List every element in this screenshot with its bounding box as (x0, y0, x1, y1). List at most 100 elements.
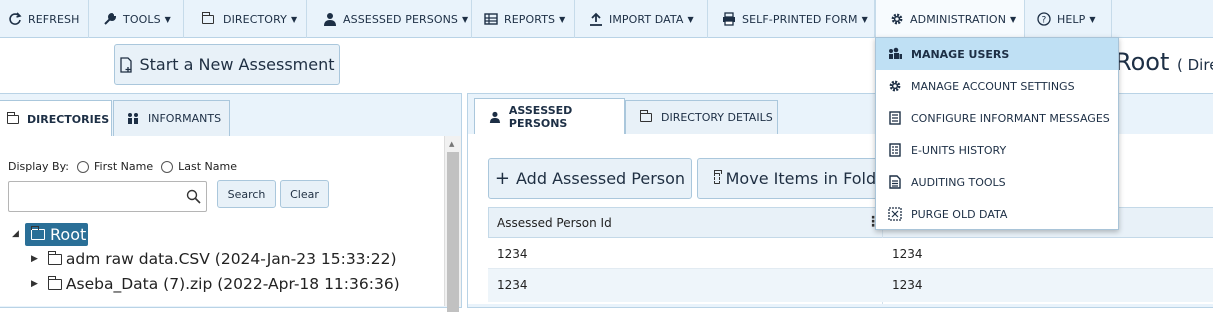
folder-icon (47, 275, 62, 290)
list-icon (889, 143, 901, 157)
gear-icon (891, 13, 903, 25)
folder-icon (7, 111, 19, 124)
menu-item-purge-old-data[interactable]: PURGE OLD DATA (876, 198, 1118, 230)
move-folder-icon (714, 170, 722, 184)
menu-item-e-units-history[interactable]: E-UNITS HISTORY (876, 134, 1118, 166)
menu-item-label: PURGE OLD DATA (911, 207, 1008, 221)
table-cell: 1234 (892, 277, 923, 292)
directory-label: DIRECTORY (223, 12, 287, 26)
assessed-persons-menu[interactable]: ASSESSED PERSONS ▼ (307, 0, 472, 38)
column-header-label: Assessed Person Id (497, 215, 612, 230)
chevron-down-icon: ▼ (559, 14, 566, 24)
search-icon (186, 189, 201, 204)
menu-item-label: CONFIGURE INFORMANT MESSAGES (911, 111, 1110, 125)
column-header-assessed-person-id[interactable]: Assessed Person Id (488, 207, 883, 238)
administration-label: ADMINISTRATION (910, 12, 1007, 26)
start-assessment-button[interactable]: Start a New Assessment (114, 44, 340, 85)
chevron-down-icon: ▼ (1089, 14, 1096, 24)
refresh-menu[interactable]: REFRESH (0, 0, 89, 38)
reports-label: REPORTS (504, 12, 556, 26)
self-printed-form-menu[interactable]: SELF-PRINTED FORM ▼ (708, 0, 875, 38)
tree-node-label: adm raw data.CSV (2024-Jan-23 15:33:22) (65, 250, 397, 268)
display-by-row: Display By: First Name Last Name (8, 160, 237, 173)
start-assessment-label: Start a New Assessment (139, 55, 335, 74)
import-data-menu[interactable]: IMPORT DATA ▼ (575, 0, 708, 38)
menu-item-label: AUDITING TOOLS (911, 175, 1006, 189)
chevron-down-icon: ▼ (164, 14, 171, 24)
add-assessed-person-label: Add Assessed Person (516, 169, 686, 188)
page-title-name: Root (1115, 48, 1170, 76)
chevron-down-icon: ▼ (290, 14, 298, 24)
document-icon (889, 111, 901, 125)
reports-menu[interactable]: REPORTS ▼ (472, 0, 575, 38)
scrollbar-thumb[interactable] (447, 152, 459, 312)
move-items-label: Move Items in Folde (725, 169, 886, 188)
clear-button[interactable]: Clear (280, 180, 329, 208)
menu-item-configure-informant-messages[interactable]: CONFIGURE INFORMANT MESSAGES (876, 102, 1118, 134)
search-button-label: Search (227, 187, 266, 201)
plus-icon: + (494, 168, 511, 189)
person-icon (324, 13, 336, 26)
informants-icon (128, 113, 138, 124)
page-title-suffix: ( Dire (1177, 56, 1213, 74)
tab-assessed-persons-label: ASSESSED PERSONS (508, 104, 573, 130)
tree-collapsed-icon: ▶ (31, 279, 38, 289)
table-cell: 1234 (497, 277, 528, 292)
folder-icon (47, 250, 62, 265)
first-name-label: First Name (94, 160, 154, 173)
table-row[interactable] (488, 238, 1213, 269)
move-items-button[interactable]: Move Items in Folde (697, 158, 887, 199)
folder-icon (202, 11, 214, 24)
page-title: Root ( Dire (1115, 48, 1213, 76)
tools-menu[interactable]: TOOLS ▼ (89, 0, 184, 38)
menu-item-label: MANAGE USERS (911, 47, 1010, 61)
last-name-label: Last Name (178, 160, 237, 173)
menu-item-auditing-tools[interactable]: AUDITING TOOLS (876, 166, 1118, 198)
refresh-label: REFRESH (28, 12, 80, 26)
person-icon (489, 111, 501, 123)
refresh-icon (9, 12, 22, 25)
folder-icon (31, 226, 45, 240)
first-name-radio[interactable] (77, 160, 90, 173)
search-button[interactable]: Search (217, 180, 276, 208)
tools-label: TOOLS (123, 12, 161, 26)
tab-directory-details[interactable]: DIRECTORY DETAILS (625, 100, 778, 134)
tree-node-label: Aseba_Data (7).zip (2022-Apr-18 11:36:36… (65, 275, 400, 293)
menu-item-manage-account-settings[interactable]: MANAGE ACCOUNT SETTINGS (876, 70, 1118, 102)
document-icon (889, 175, 901, 189)
administration-dropdown: MANAGE USERS MANAGE ACCOUNT SETTINGS CON… (875, 37, 1119, 230)
help-label: HELP (1057, 12, 1086, 26)
display-by-label: Display By: (8, 160, 70, 173)
chevron-down-icon: ▼ (687, 14, 694, 24)
tab-directory-details-label: DIRECTORY DETAILS (661, 111, 773, 124)
search-input[interactable] (8, 181, 207, 212)
assessed-persons-label: ASSESSED PERSONS (343, 12, 458, 26)
menu-item-label: MANAGE ACCOUNT SETTINGS (911, 79, 1075, 93)
tree-node[interactable]: ▶ adm raw data.CSV (2024-Jan-23 15:33:22… (31, 250, 397, 268)
vertical-scrollbar[interactable]: ▲ (444, 136, 461, 312)
administration-menu[interactable]: ADMINISTRATION ▼ (875, 0, 1025, 38)
tab-directories[interactable]: DIRECTORIES (0, 100, 112, 137)
users-icon (889, 47, 902, 59)
directory-menu[interactable]: DIRECTORY ▼ (184, 0, 307, 38)
last-name-radio[interactable] (161, 160, 174, 173)
gear-icon (889, 80, 901, 92)
tree-node[interactable]: ▶ Aseba_Data (7).zip (2022-Apr-18 11:36:… (31, 275, 400, 293)
tab-assessed-persons[interactable]: ASSESSED PERSONS (474, 98, 625, 135)
chevron-down-icon: ▼ (861, 14, 868, 24)
add-assessed-person-button[interactable]: + Add Assessed Person (488, 158, 692, 199)
import-data-label: IMPORT DATA (609, 12, 684, 26)
tree-root-node[interactable]: Root (25, 223, 88, 246)
tree-expand-icon[interactable]: ◢ (12, 229, 19, 239)
menu-item-manage-users[interactable]: MANAGE USERS (876, 38, 1118, 70)
purge-icon (888, 207, 902, 221)
self-printed-form-label: SELF-PRINTED FORM (742, 12, 858, 26)
scroll-up-icon: ▲ (449, 140, 455, 148)
tab-informants[interactable]: INFORMANTS (113, 100, 230, 136)
table-row[interactable] (488, 269, 1213, 302)
clear-button-label: Clear (290, 187, 319, 201)
folder-icon (640, 110, 652, 122)
help-menu[interactable]: ? HELP ▼ (1025, 0, 1112, 38)
svg-text:?: ? (1042, 16, 1047, 26)
table-icon (484, 13, 498, 25)
